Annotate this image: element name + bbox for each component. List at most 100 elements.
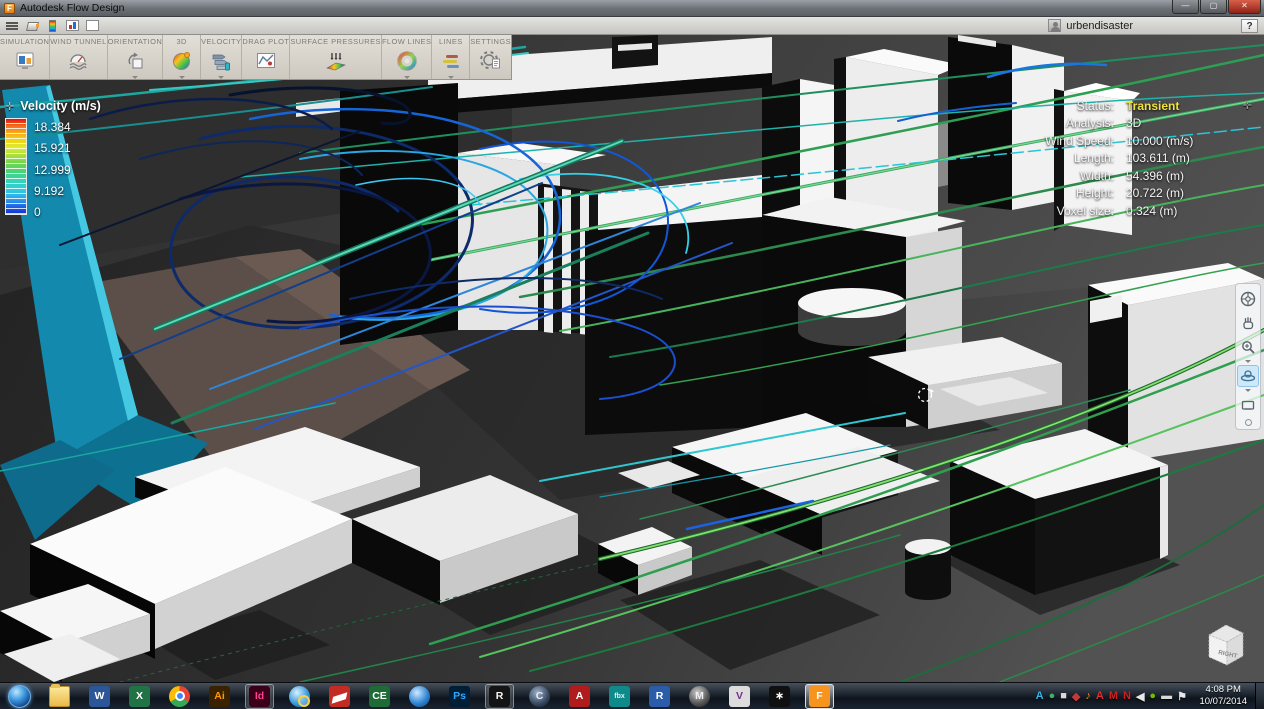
tray-icon-nvidia[interactable]: ● [1149, 690, 1156, 702]
legend-tick: 0 [34, 205, 71, 219]
tray-icon-shield[interactable]: ◆ [1072, 690, 1080, 703]
toolbar-group-drag-plot[interactable]: DRAG PLOT [242, 35, 290, 79]
taskbar-icon-earth-search[interactable] [285, 684, 314, 709]
toolbar-group-velocity[interactable]: VELOCITY [201, 35, 242, 79]
pan-icon[interactable] [1237, 312, 1259, 334]
toolbar-group-surface-pressures[interactable]: SURFACE PRESSURES [290, 35, 382, 79]
tray-icon-n-red[interactable]: N [1123, 690, 1131, 702]
tray-icon-action-center[interactable]: ⚑ [1177, 690, 1187, 703]
toolbar-group-lines[interactable]: LINES [432, 35, 470, 79]
steering-wheel-icon[interactable] [1237, 288, 1259, 310]
velocity-icon[interactable] [210, 48, 232, 74]
legend-toggle-icon[interactable] [44, 19, 60, 33]
info-label: Width: [1009, 169, 1114, 183]
taskbar-icon-rhino[interactable]: R [485, 684, 514, 709]
velocity-legend[interactable]: ✛ Velocity (m/s) 18.38415.92112.9999.192… [5, 99, 101, 219]
app-logo-icon: F [4, 3, 15, 14]
close-button[interactable]: ✕ [1228, 0, 1261, 14]
tray-icon-autodesk[interactable]: A [1036, 690, 1044, 702]
info-panel-move-icon[interactable]: ✛ [1243, 99, 1252, 112]
view-cube[interactable]: RIGHT [1196, 616, 1254, 674]
info-value: 10.000 (m/s) [1126, 134, 1236, 148]
help-button[interactable]: ? [1241, 19, 1258, 33]
taskbar-icon-cinema4d[interactable]: C [525, 684, 554, 709]
legend-move-icon[interactable]: ✛ [5, 100, 14, 113]
taskbar-icon-ce[interactable]: CE [365, 684, 394, 709]
taskbar-icon-chrome[interactable] [165, 684, 194, 709]
menu-icon[interactable] [4, 19, 20, 33]
orbit-dropdown-caret[interactable] [1245, 389, 1251, 392]
toolbar-group-flow-lines[interactable]: FLOW LINES [382, 35, 432, 79]
lines-caret-icon[interactable] [448, 76, 454, 79]
info-value: Transient [1126, 99, 1236, 113]
flow-lines-caret-icon[interactable] [404, 76, 410, 79]
toolbar-group-3d[interactable]: 3D [163, 35, 201, 79]
velocity-caret-icon[interactable] [218, 76, 224, 79]
toolbar-group-settings[interactable]: SETTINGS [470, 35, 511, 79]
taskbar-icon-flow-design[interactable]: F [805, 684, 834, 709]
tray-icon-network[interactable]: ▬ [1161, 690, 1172, 702]
taskbar-icon-vray[interactable]: V [725, 684, 754, 709]
simulation-info-panel[interactable]: ✛ Status: Transient Analysis: 3D Wind Sp… [1009, 97, 1236, 220]
settings-icon[interactable] [480, 48, 502, 74]
zoom-icon[interactable] [1237, 336, 1259, 358]
taskbar-icon-explorer[interactable] [45, 684, 74, 709]
info-value: 20.722 (m) [1126, 186, 1236, 200]
taskbar-icon-google-earth[interactable] [405, 684, 434, 709]
tray-icon-acrobat[interactable]: A [1096, 690, 1104, 702]
tray-icon-volume[interactable]: ◀ [1136, 690, 1144, 703]
appearance-icon[interactable] [24, 19, 40, 33]
windows-taskbar: W X Ai Id [0, 682, 1264, 709]
taskbar-icon-mudbox[interactable]: M [685, 684, 714, 709]
taskbar-start-button[interactable] [5, 684, 34, 709]
taskbar-icon-revit[interactable]: R [645, 684, 674, 709]
tray-icon-globe[interactable]: ● [1049, 690, 1056, 702]
look-at-icon[interactable] [1237, 394, 1259, 416]
minimize-button[interactable]: — [1172, 0, 1199, 14]
taskbar-icon-photoshop[interactable]: Ps [445, 684, 474, 709]
taskbar-icon-indesign[interactable]: Id [245, 684, 274, 709]
info-row: Wind Speed: 10.000 (m/s) [1009, 132, 1236, 150]
toolbar-group-wind-tunnel[interactable]: WIND TUNNEL [50, 35, 107, 79]
taskbar-icon-3dsmax[interactable]: ∗ [765, 684, 794, 709]
navbar-options-icon[interactable] [1245, 419, 1252, 426]
plot-toggle-icon[interactable] [64, 19, 80, 33]
drag-plot-icon[interactable] [255, 48, 277, 74]
tray-icon-snipping[interactable]: ■ [1060, 690, 1067, 702]
taskbar-clock[interactable]: 4:08 PM 10/07/2014 [1199, 684, 1247, 708]
tray-icon-audio-orange[interactable]: ♪ [1085, 690, 1091, 702]
taskbar-icon-fbx[interactable]: fbx [605, 684, 634, 709]
info-value: 3D [1126, 116, 1236, 130]
menu-row: urbendisaster ? [0, 17, 1264, 35]
tray-icon-m-red[interactable]: M [1109, 690, 1118, 702]
zoom-dropdown-caret[interactable] [1245, 360, 1251, 363]
taskbar-icon-sketchup[interactable] [325, 684, 354, 709]
orientation-caret-icon[interactable] [132, 76, 138, 79]
taskbar-icon-autocad[interactable]: A [565, 684, 594, 709]
orbit-icon[interactable] [1237, 365, 1259, 387]
flow-lines-icon[interactable] [396, 48, 418, 74]
user-avatar [1048, 19, 1061, 32]
show-desktop-button[interactable] [1255, 683, 1264, 709]
taskbar-icon-illustrator[interactable]: Ai [205, 684, 234, 709]
taskbar-icon-word[interactable]: W [85, 684, 114, 709]
info-label: Height: [1009, 186, 1114, 200]
simulation-icon[interactable] [14, 48, 36, 74]
lines-icon[interactable] [440, 48, 462, 74]
title-bar[interactable]: F Autodesk Flow Design — ▢ ✕ [0, 0, 1264, 17]
orientation-icon[interactable] [124, 48, 146, 74]
3d-icon[interactable] [171, 48, 193, 74]
taskbar-icon-excel[interactable]: X [125, 684, 154, 709]
user-name[interactable]: urbendisaster [1066, 20, 1133, 32]
info-value: 0.324 (m) [1126, 204, 1236, 218]
surface-pressures-icon[interactable] [324, 48, 348, 74]
ribbon-toolbar: SIMULATION WIND TUNNEL ORIENTATION 3D [0, 35, 512, 80]
flow-design-window: F Autodesk Flow Design — ▢ ✕ urbendisast… [0, 0, 1264, 709]
toolbar-group-orientation[interactable]: ORIENTATION [108, 35, 164, 79]
maximize-button[interactable]: ▢ [1200, 0, 1227, 14]
window-toggle-icon[interactable] [84, 19, 100, 33]
info-row: Voxel size: 0.324 (m) [1009, 202, 1236, 220]
3d-caret-icon[interactable] [179, 76, 185, 79]
toolbar-group-simulation[interactable]: SIMULATION [0, 35, 50, 79]
wind-tunnel-icon[interactable] [67, 48, 89, 74]
